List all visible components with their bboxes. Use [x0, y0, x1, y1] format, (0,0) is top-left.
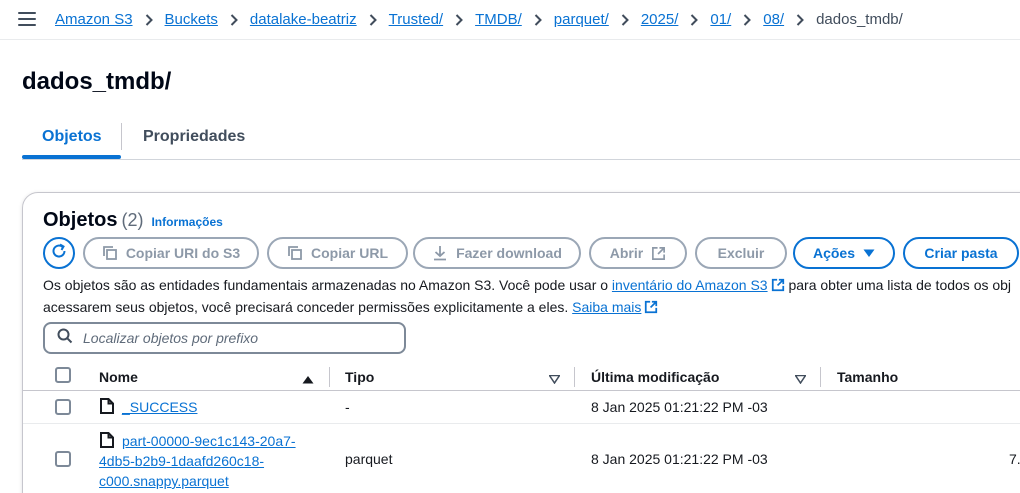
sort-descending-icon[interactable]: [794, 371, 807, 389]
external-link-icon: [644, 299, 658, 319]
select-all-checkbox[interactable]: [55, 367, 71, 383]
hamburger-icon[interactable]: [18, 12, 36, 26]
copy-icon: [287, 245, 303, 261]
external-link-icon: [771, 277, 785, 297]
breadcrumb-01[interactable]: 01/: [710, 11, 731, 28]
download-button[interactable]: Fazer download: [413, 237, 581, 269]
file-name-line-1[interactable]: part-00000-9ec1c143-20a7-: [122, 433, 296, 449]
sort-ascending-icon[interactable]: [302, 371, 314, 389]
delete-label: Excluir: [717, 245, 765, 261]
search-input[interactable]: [83, 330, 383, 346]
column-type[interactable]: Tipo: [345, 369, 374, 385]
file-modified: 8 Jan 2025 01:21:22 PM -03: [591, 399, 768, 415]
refresh-button[interactable]: [43, 237, 75, 269]
tab-propriedades[interactable]: Propriedades: [143, 128, 245, 146]
breadcrumb-trusted[interactable]: Trusted/: [389, 11, 443, 28]
row-checkbox[interactable]: [55, 399, 71, 415]
breadcrumb-current: dados_tmdb/: [816, 11, 903, 28]
objects-title: Objetos: [43, 209, 118, 231]
learn-more-link[interactable]: Saiba mais: [572, 299, 641, 315]
file-name-line-3[interactable]: c000.snappy.parquet: [99, 473, 229, 489]
table-header: Nome Tipo Última modificação Tamanho: [23, 357, 1020, 391]
breadcrumb-amazon-s3[interactable]: Amazon S3: [55, 11, 133, 28]
file-modified: 8 Jan 2025 01:21:22 PM -03: [591, 451, 768, 467]
breadcrumb-bucket[interactable]: datalake-beatriz: [250, 11, 357, 28]
objects-description: Os objetos são as entidades fundamentais…: [43, 275, 1020, 319]
actions-label: Ações: [812, 245, 856, 261]
chevron-right-icon: [443, 13, 475, 26]
breadcrumb-2025[interactable]: 2025/: [641, 11, 679, 28]
chevron-right-icon: [133, 13, 165, 26]
create-folder-label: Criar pasta: [924, 245, 998, 261]
file-type: parquet: [345, 451, 393, 467]
chevron-right-icon: [218, 13, 250, 26]
description-text: Os objetos são as entidades fundamentais…: [43, 277, 612, 293]
file-name-link[interactable]: _SUCCESS: [122, 399, 197, 415]
search-field[interactable]: [43, 322, 406, 354]
sort-descending-icon[interactable]: [548, 371, 561, 389]
copy-url-button[interactable]: Copiar URL: [267, 237, 408, 269]
table-row[interactable]: part-00000-9ec1c143-20a7- 4db5-b2b9-1daa…: [23, 424, 1020, 493]
tab-objetos[interactable]: Objetos: [42, 128, 102, 146]
chevron-right-icon: [731, 13, 763, 26]
tab-divider: [121, 123, 122, 150]
copy-s3-uri-label: Copiar URI do S3: [125, 245, 241, 261]
breadcrumb-tmdb[interactable]: TMDB/: [475, 11, 522, 28]
breadcrumb: Amazon S3 Buckets datalake-beatriz Trust…: [55, 11, 903, 28]
inventory-link[interactable]: inventário do Amazon S3: [612, 277, 768, 293]
top-navigation: Amazon S3 Buckets datalake-beatriz Trust…: [0, 0, 1020, 40]
tab-list: Objetos Propriedades: [22, 120, 1020, 160]
column-separator[interactable]: [820, 367, 821, 387]
description-text: acessarem seus objetos, você precisará c…: [43, 299, 573, 315]
download-icon: [432, 245, 448, 261]
chevron-right-icon: [522, 13, 554, 26]
objects-header: Objetos (2) Informações: [43, 209, 223, 232]
column-size[interactable]: Tamanho: [837, 369, 898, 385]
column-separator[interactable]: [329, 367, 330, 387]
copy-s3-uri-button[interactable]: Copiar URI do S3: [83, 237, 259, 269]
chevron-right-icon: [357, 13, 389, 26]
objects-toolbar: Copiar URI do S3 Copiar URL Fazer downlo…: [43, 237, 1020, 269]
table-row[interactable]: _SUCCESS - 8 Jan 2025 01:21:22 PM -03: [23, 391, 1020, 424]
actions-dropdown-button[interactable]: Ações: [793, 237, 895, 269]
search-icon: [57, 328, 73, 349]
active-tab-indicator: [22, 155, 121, 159]
file-name-line-2[interactable]: 4db5-b2b9-1daafd260c18-: [99, 453, 264, 469]
description-text: para obter uma lista de todos os obj: [784, 277, 1012, 293]
delete-button[interactable]: Excluir: [695, 237, 787, 269]
refresh-icon: [51, 243, 67, 264]
open-label: Abrir: [609, 245, 644, 261]
breadcrumb-08[interactable]: 08/: [763, 11, 784, 28]
column-name[interactable]: Nome: [99, 369, 138, 385]
file-size: 7.: [1009, 451, 1020, 467]
chevron-right-icon: [678, 13, 710, 26]
column-modified[interactable]: Última modificação: [591, 369, 719, 385]
info-link[interactable]: Informações: [151, 215, 222, 229]
page-title: dados_tmdb/: [22, 68, 172, 95]
column-separator[interactable]: [574, 367, 575, 387]
objects-table: Nome Tipo Última modificação Tamanho _SU…: [23, 357, 1020, 493]
chevron-right-icon: [784, 13, 816, 26]
description-line-2: acessarem seus objetos, você precisará c…: [43, 297, 1020, 319]
breadcrumb-buckets[interactable]: Buckets: [165, 11, 218, 28]
download-label: Fazer download: [456, 245, 562, 261]
description-line-1: Os objetos são as entidades fundamentais…: [43, 275, 1020, 297]
file-type: -: [345, 399, 350, 415]
breadcrumb-parquet[interactable]: parquet/: [554, 11, 609, 28]
caret-down-icon: [863, 249, 875, 258]
objects-panel: Objetos (2) Informações Copiar URI do S3…: [22, 192, 1020, 493]
copy-icon: [102, 245, 118, 261]
file-icon: [100, 398, 114, 419]
copy-url-label: Copiar URL: [311, 245, 388, 261]
create-folder-button[interactable]: Criar pasta: [903, 237, 1019, 269]
row-checkbox[interactable]: [55, 451, 71, 467]
objects-count: (2): [121, 210, 144, 230]
external-link-icon: [651, 246, 666, 261]
file-name[interactable]: _SUCCESS: [122, 399, 197, 415]
file-name-link[interactable]: part-00000-9ec1c143-20a7- 4db5-b2b9-1daa…: [99, 431, 296, 491]
open-button[interactable]: Abrir: [589, 237, 687, 269]
chevron-right-icon: [609, 13, 641, 26]
